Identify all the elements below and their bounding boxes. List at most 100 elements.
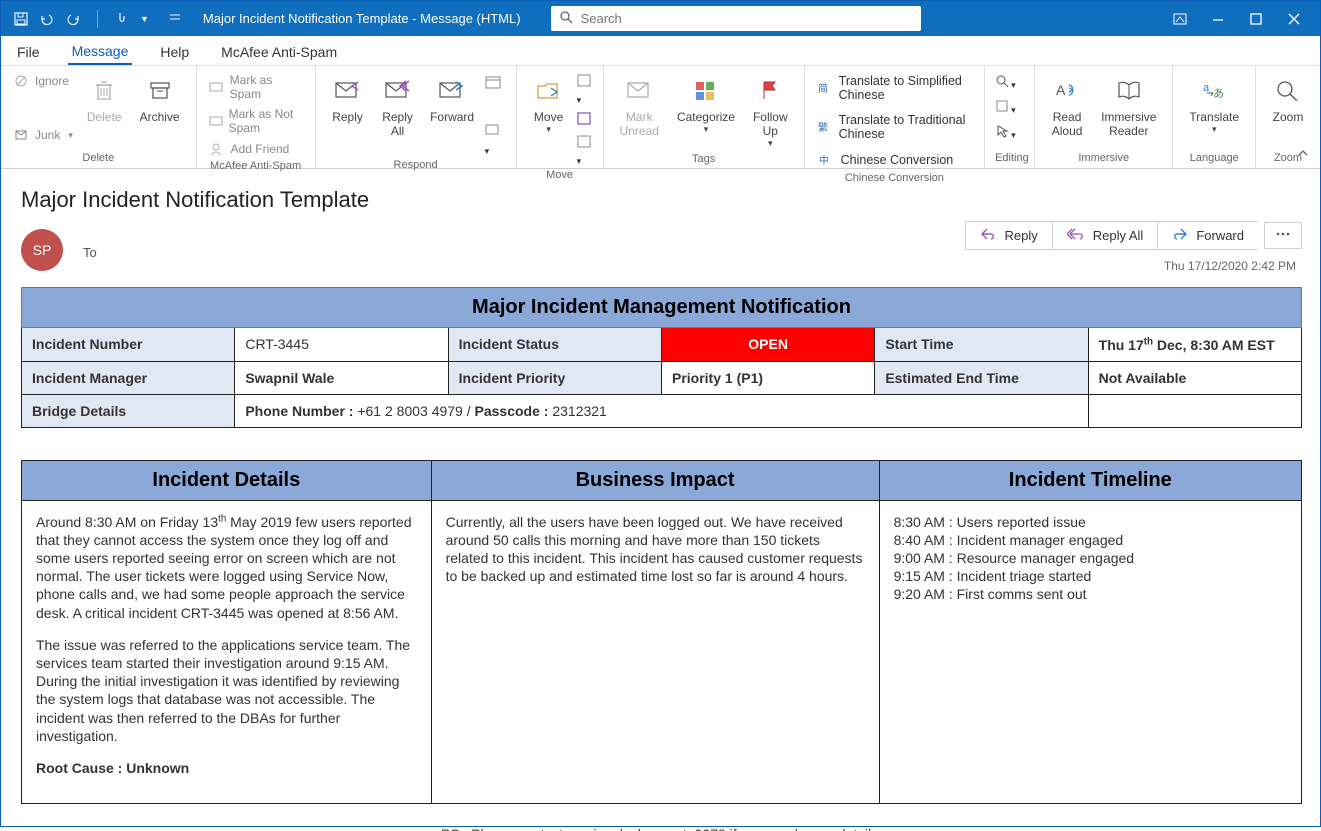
read-aloud-button[interactable]: ARead Aloud: [1045, 70, 1089, 140]
mark-unread-button[interactable]: Mark Unread: [614, 70, 665, 140]
ribbon-group-language: aあTranslate▾ Language: [1173, 66, 1256, 168]
move-button[interactable]: Move▾: [527, 70, 571, 137]
close-icon[interactable]: [1286, 11, 1302, 27]
ignore-button[interactable]: Ignore: [11, 72, 75, 90]
forward-action[interactable]: Forward: [1157, 221, 1258, 250]
rules-icon[interactable]: ▾: [577, 74, 593, 106]
svg-text:繁: 繁: [818, 121, 828, 134]
quick-access-toolbar: ▼: [9, 10, 183, 28]
mark-unread-icon: [623, 74, 655, 106]
categorize-button[interactable]: Categorize▾: [671, 70, 741, 137]
reply-icon: [332, 74, 364, 106]
search-icon: [559, 10, 573, 27]
find-icon[interactable]: ▾: [995, 74, 1016, 91]
translate-traditional-icon: 繁: [817, 119, 833, 135]
follow-up-button[interactable]: Follow Up▾: [747, 70, 794, 151]
move-icon: [533, 74, 565, 106]
translate-traditional-button[interactable]: 繁Translate to Traditional Chinese: [815, 111, 974, 143]
incident-number: CRT-3445: [235, 328, 448, 362]
group-label: Tags: [614, 151, 794, 167]
related-icon[interactable]: ▾: [995, 99, 1016, 116]
translate-button[interactable]: aあTranslate▾: [1183, 70, 1245, 137]
mark-spam-button[interactable]: Mark as Spam: [207, 72, 305, 102]
group-label: Language: [1183, 150, 1245, 166]
menu-message[interactable]: Message: [68, 37, 133, 65]
menu-file[interactable]: File: [13, 38, 44, 64]
mark-not-spam-button[interactable]: Mark as Not Spam: [207, 106, 305, 136]
search-input[interactable]: [581, 11, 913, 26]
mark-not-spam-icon: [209, 113, 223, 129]
bridge-empty: [1088, 394, 1301, 427]
qat-customize-icon[interactable]: [167, 11, 183, 27]
maximize-icon[interactable]: [1248, 11, 1264, 27]
reply-all-action[interactable]: Reply All: [1052, 221, 1158, 250]
timeline-cell: 8:30 AM : Users reported issue8:40 AM : …: [879, 500, 1301, 803]
ribbon-group-tags: Mark Unread Categorize▾ Follow Up▾ Tags: [604, 66, 805, 168]
subject-area: Major Incident Notification Template: [1, 169, 1320, 219]
timeline-item: 9:20 AM : First comms sent out: [894, 585, 1287, 603]
menu-help[interactable]: Help: [156, 38, 193, 64]
junk-button[interactable]: Junk▾: [11, 126, 75, 144]
ribbon-display-icon[interactable]: [1172, 11, 1188, 27]
immersive-reader-icon: [1113, 74, 1145, 106]
ribbon-group-move: Move▾ ▾ ▾ Move: [517, 66, 604, 168]
reply-action[interactable]: Reply: [965, 221, 1051, 250]
mark-spam-icon: [209, 79, 224, 95]
reply-all-icon: [1067, 227, 1085, 244]
forward-button[interactable]: Forward: [426, 70, 479, 126]
details-header: Incident Details: [22, 460, 432, 500]
bridge-label: Bridge Details: [22, 394, 235, 427]
end-time-label: Estimated End Time: [875, 361, 1088, 394]
start-time: Thu 17th Dec, 8:30 AM EST: [1088, 328, 1301, 362]
add-friend-button[interactable]: Add Friend: [207, 140, 305, 158]
immersive-reader-button[interactable]: Immersive Reader: [1095, 70, 1162, 140]
archive-icon: [144, 74, 176, 106]
more-respond-icon[interactable]: ▾: [485, 123, 506, 157]
ribbon-collapse-icon[interactable]: [1296, 146, 1312, 162]
details-cell: Around 8:30 AM on Friday 13th May 2019 f…: [22, 500, 432, 803]
timeline-item: 8:40 AM : Incident manager engaged: [894, 531, 1287, 549]
reply-button[interactable]: Reply: [326, 70, 370, 126]
group-label: Move: [527, 167, 593, 183]
zoom-button[interactable]: Zoom: [1266, 70, 1310, 126]
touch-mode-icon[interactable]: [114, 11, 130, 27]
chinese-conversion-button[interactable]: 中Chinese Conversion: [815, 150, 974, 170]
select-icon[interactable]: ▾: [995, 124, 1016, 141]
translate-simplified-button[interactable]: 简Translate to Simplified Chinese: [815, 72, 974, 104]
ribbon-group-respond: Reply Reply All Forward ▾ Respond: [316, 66, 517, 168]
actions-icon[interactable]: ▾: [577, 135, 593, 167]
incident-summary-table: Major Incident Management Notification I…: [21, 287, 1302, 428]
delete-icon: [88, 74, 120, 106]
more-actions[interactable]: [1264, 222, 1302, 249]
svg-text:あ: あ: [1213, 87, 1224, 100]
reply-all-button[interactable]: Reply All: [376, 70, 420, 140]
group-label: Chinese Conversion: [815, 170, 974, 186]
email-header: SP To Reply Reply All Forward Thu 17/12/…: [1, 219, 1320, 271]
window-title: Major Incident Notification Template - M…: [203, 11, 521, 26]
svg-text:A: A: [1056, 82, 1066, 98]
group-label: McAfee Anti-Spam: [207, 158, 305, 174]
timeline-header: Incident Timeline: [879, 460, 1301, 500]
email-subject: Major Incident Notification Template: [21, 187, 1302, 213]
translate-simplified-icon: 简: [817, 80, 833, 96]
menu-mcafee[interactable]: McAfee Anti-Spam: [217, 38, 341, 64]
avatar: SP: [21, 229, 63, 271]
junk-icon: [13, 127, 29, 143]
save-icon[interactable]: [13, 11, 29, 27]
end-time: Not Available: [1088, 361, 1301, 394]
archive-button[interactable]: Archive: [134, 70, 186, 126]
ribbon-group-immersive: ARead Aloud Immersive Reader Immersive: [1035, 66, 1173, 168]
delete-button[interactable]: Delete: [81, 70, 128, 126]
minimize-icon[interactable]: [1210, 11, 1226, 27]
redo-icon[interactable]: [65, 11, 81, 27]
search-box[interactable]: [551, 6, 921, 31]
email-body: Major Incident Management Notification I…: [1, 271, 1320, 831]
meeting-icon[interactable]: [485, 74, 506, 93]
forward-icon: [1172, 227, 1188, 244]
group-label: Delete: [11, 150, 186, 166]
titlebar: ▼ Major Incident Notification Template -…: [1, 1, 1320, 36]
timeline-item: 8:30 AM : Users reported issue: [894, 513, 1287, 531]
undo-icon[interactable]: [39, 11, 55, 27]
onenote-icon[interactable]: [577, 112, 593, 129]
group-label: Respond: [326, 157, 506, 173]
